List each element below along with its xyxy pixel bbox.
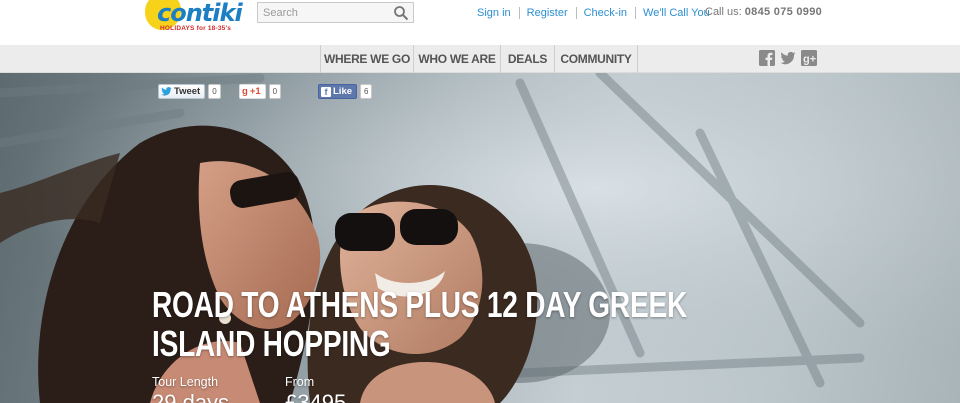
phone-number: 0845 075 0990	[744, 6, 823, 18]
gplus-label: +1	[249, 86, 261, 97]
tour-length: Tour Length 29 days	[152, 375, 229, 403]
hero-banner: Tweet 0 g +1 0 f Like 6 ROAD TO ATHENS P…	[0, 73, 960, 403]
tour-length-value: 29 days	[152, 390, 230, 403]
sign-in-link[interactable]: Sign in	[470, 7, 519, 19]
tweet-button[interactable]: Tweet	[158, 84, 206, 99]
tweet-label: Tweet	[174, 86, 201, 97]
price-value: £3495	[285, 390, 347, 403]
tour-title: ROAD TO ATHENS PLUS 12 DAY GREEK ISLAND …	[152, 284, 687, 364]
phone-contact: Call us: 0845 075 0990	[705, 6, 822, 18]
tweet-count: 0	[208, 84, 221, 99]
tour-price: From £3495	[285, 375, 346, 403]
nav-who-we-are[interactable]: WHO WE ARE	[414, 45, 501, 73]
like-label: Like	[333, 86, 353, 97]
gplus-button[interactable]: g +1	[239, 84, 266, 99]
phone-label: Call us:	[705, 6, 742, 18]
top-bar: contiki HOLIDAYS for 18-35's Sign in Reg…	[0, 0, 960, 45]
svg-text:g+: g+	[803, 54, 816, 66]
price-from-label: From	[285, 375, 315, 389]
twitter-bird-icon	[161, 87, 172, 96]
page: contiki HOLIDAYS for 18-35's Sign in Reg…	[0, 0, 960, 403]
nav-where-we-go[interactable]: WHERE WE GO	[321, 45, 414, 73]
tour-length-label: Tour Length	[152, 375, 219, 389]
main-nav: WHERE WE GO WHO WE ARE DEALS COMMUNITY	[320, 45, 638, 73]
nav-deals[interactable]: DEALS	[501, 45, 555, 73]
search-icon[interactable]	[393, 5, 409, 21]
search-input[interactable]	[258, 3, 390, 22]
check-in-link[interactable]: Check-in	[575, 7, 635, 19]
twitter-icon[interactable]	[780, 50, 796, 66]
account-links: Sign in Register Check-in We'll Call You	[470, 6, 718, 20]
social-links: g+	[759, 50, 817, 66]
logo-wordmark: contiki	[157, 0, 243, 27]
gplus-share[interactable]: g +1 0	[239, 84, 282, 99]
tweet-share[interactable]: Tweet 0	[158, 84, 221, 99]
contiki-logo[interactable]: contiki HOLIDAYS for 18-35's	[143, 0, 249, 38]
search-box	[257, 2, 414, 23]
logo-tagline: HOLIDAYS for 18-35's	[160, 25, 232, 32]
facebook-icon: f	[321, 86, 331, 97]
nav-community[interactable]: COMMUNITY	[555, 45, 638, 73]
register-link[interactable]: Register	[518, 7, 576, 19]
google-plus-icon: g	[242, 86, 248, 97]
google-plus-icon[interactable]: g+	[801, 50, 817, 66]
gplus-count: 0	[268, 84, 282, 99]
facebook-like[interactable]: f Like 6	[318, 84, 373, 99]
facebook-icon[interactable]	[759, 50, 775, 66]
like-button[interactable]: f Like	[318, 84, 358, 99]
like-count: 6	[360, 84, 373, 99]
